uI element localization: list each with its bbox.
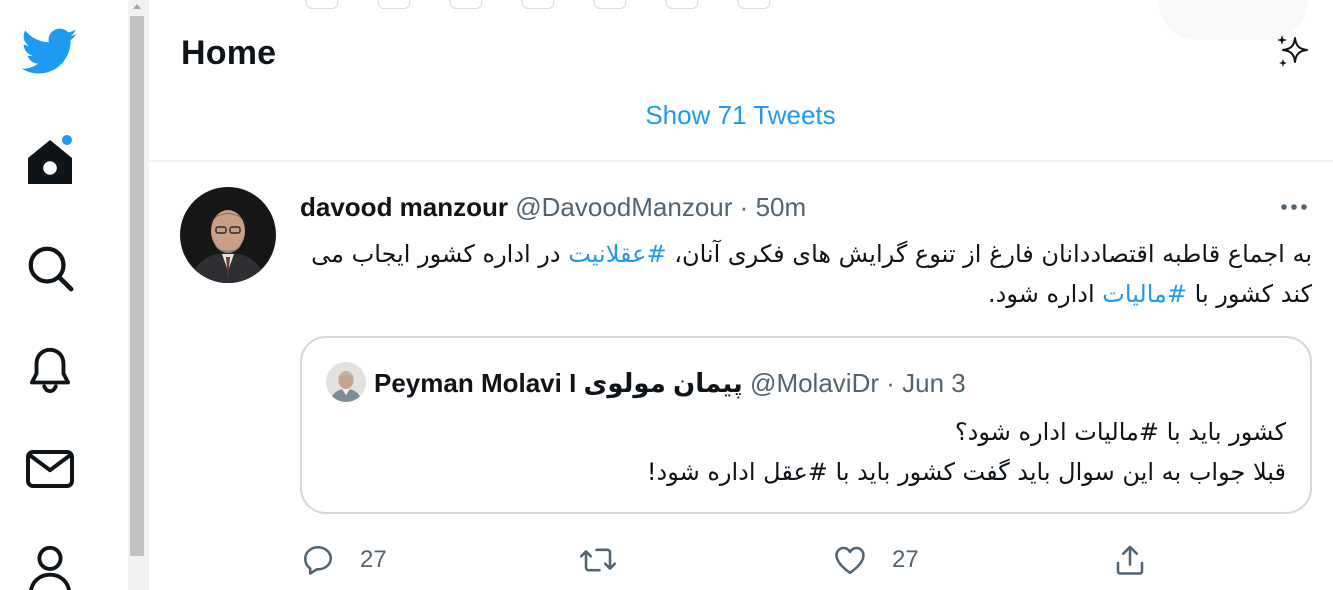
show-new-tweets-link[interactable]: Show 71 Tweets [148, 96, 1333, 134]
share-icon [1116, 545, 1144, 575]
like-count: 27 [892, 546, 919, 573]
scrollbar[interactable] [128, 0, 148, 590]
reply-icon [303, 545, 333, 575]
tweet-text-part: به اجماع قاطبه اقتصاددانان فارغ از تنوع … [666, 240, 1312, 268]
quoted-tweet-time[interactable]: Jun 3 [902, 368, 966, 398]
scroll-up-arrow-icon[interactable] [133, 4, 141, 9]
composer-toolbar-partial [306, 0, 866, 12]
messages-envelope-icon[interactable] [22, 441, 78, 497]
retweet-icon [579, 548, 617, 572]
like-icon [835, 546, 865, 575]
hashtag-link[interactable]: #عقلانیت [568, 240, 666, 268]
quoted-avatar[interactable] [326, 362, 366, 402]
sidebar-nav [0, 0, 98, 590]
retweet-button[interactable] [578, 538, 618, 582]
tweet-text: به اجماع قاطبه اقتصاددانان فارغ از تنوع … [300, 234, 1312, 314]
scrollbar-thumb[interactable] [130, 16, 144, 556]
quoted-tweet-line: کشور باید با #مالیات اداره شود؟ [954, 418, 1286, 446]
reply-count: 27 [360, 546, 387, 573]
page-title: Home [181, 34, 277, 72]
avatar[interactable] [180, 187, 276, 283]
home-notification-dot [62, 135, 72, 145]
hashtag-link[interactable]: #مالیات [1102, 280, 1187, 308]
separator-dot: · [886, 368, 895, 398]
reply-button[interactable]: 27 [300, 538, 387, 582]
quoted-author-handle[interactable]: @MolaviDr [750, 368, 879, 398]
tweet-text-part: اداره شود. [988, 280, 1103, 308]
tweet-time[interactable]: 50m [756, 192, 807, 222]
profile-icon[interactable] [22, 540, 78, 590]
tweet-header: davood manzour @DavoodManzour · 50m [300, 192, 806, 223]
quoted-tweet-card[interactable]: Peyman Molavi I پیمان مولوی @MolaviDr · … [300, 336, 1312, 514]
quoted-author-name[interactable]: Peyman Molavi I پیمان مولوی [374, 368, 743, 398]
explore-search-icon[interactable] [22, 240, 78, 296]
separator-dot: · [739, 192, 749, 222]
quoted-tweet-header: Peyman Molavi I پیمان مولوی @MolaviDr · … [374, 368, 966, 399]
quoted-tweet-line: قبلا جواب به این سوال باید گفت کشور باید… [646, 458, 1286, 486]
notifications-bell-icon[interactable] [22, 342, 78, 398]
timeline-column: Home Show 71 Tweets davood manzour @Davo… [148, 0, 1333, 590]
sparkle-icon[interactable] [1273, 32, 1313, 72]
more-icon[interactable] [1276, 195, 1312, 219]
home-icon[interactable] [22, 134, 78, 190]
like-button[interactable]: 27 [832, 538, 919, 582]
share-button[interactable] [1112, 538, 1148, 582]
divider [148, 160, 1333, 162]
author-name[interactable]: davood manzour [300, 192, 508, 222]
twitter-logo-icon[interactable] [22, 24, 78, 80]
author-handle[interactable]: @DavoodManzour [515, 192, 732, 222]
quoted-tweet-text: کشور باید با #مالیات اداره شود؟ قبلا جوا… [326, 412, 1286, 492]
